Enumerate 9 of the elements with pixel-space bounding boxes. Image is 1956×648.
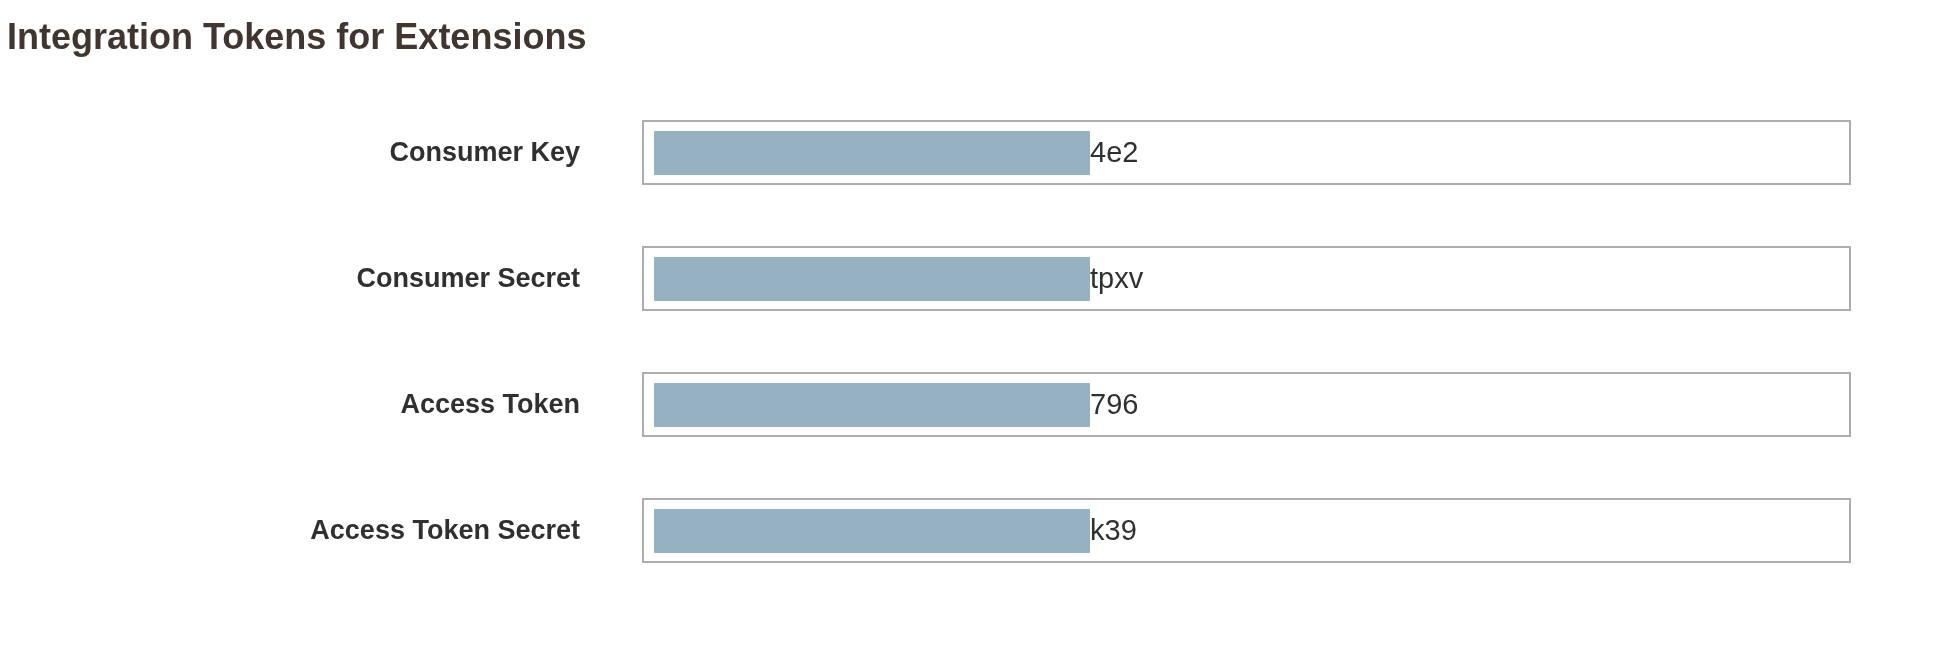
field-label: Access Token [399, 389, 580, 420]
input-field[interactable]: 796 [642, 372, 1851, 437]
input-field[interactable]: 4e2 [642, 120, 1851, 185]
field-label: Access Token Secret [309, 515, 580, 546]
field-label: Consumer Secret [355, 263, 580, 294]
input-field[interactable]: tpxv [642, 246, 1851, 311]
input-field[interactable]: k39 [642, 498, 1851, 563]
field-label: Consumer Key [388, 137, 580, 168]
section-title: Integration Tokens for Extensions [7, 15, 587, 59]
